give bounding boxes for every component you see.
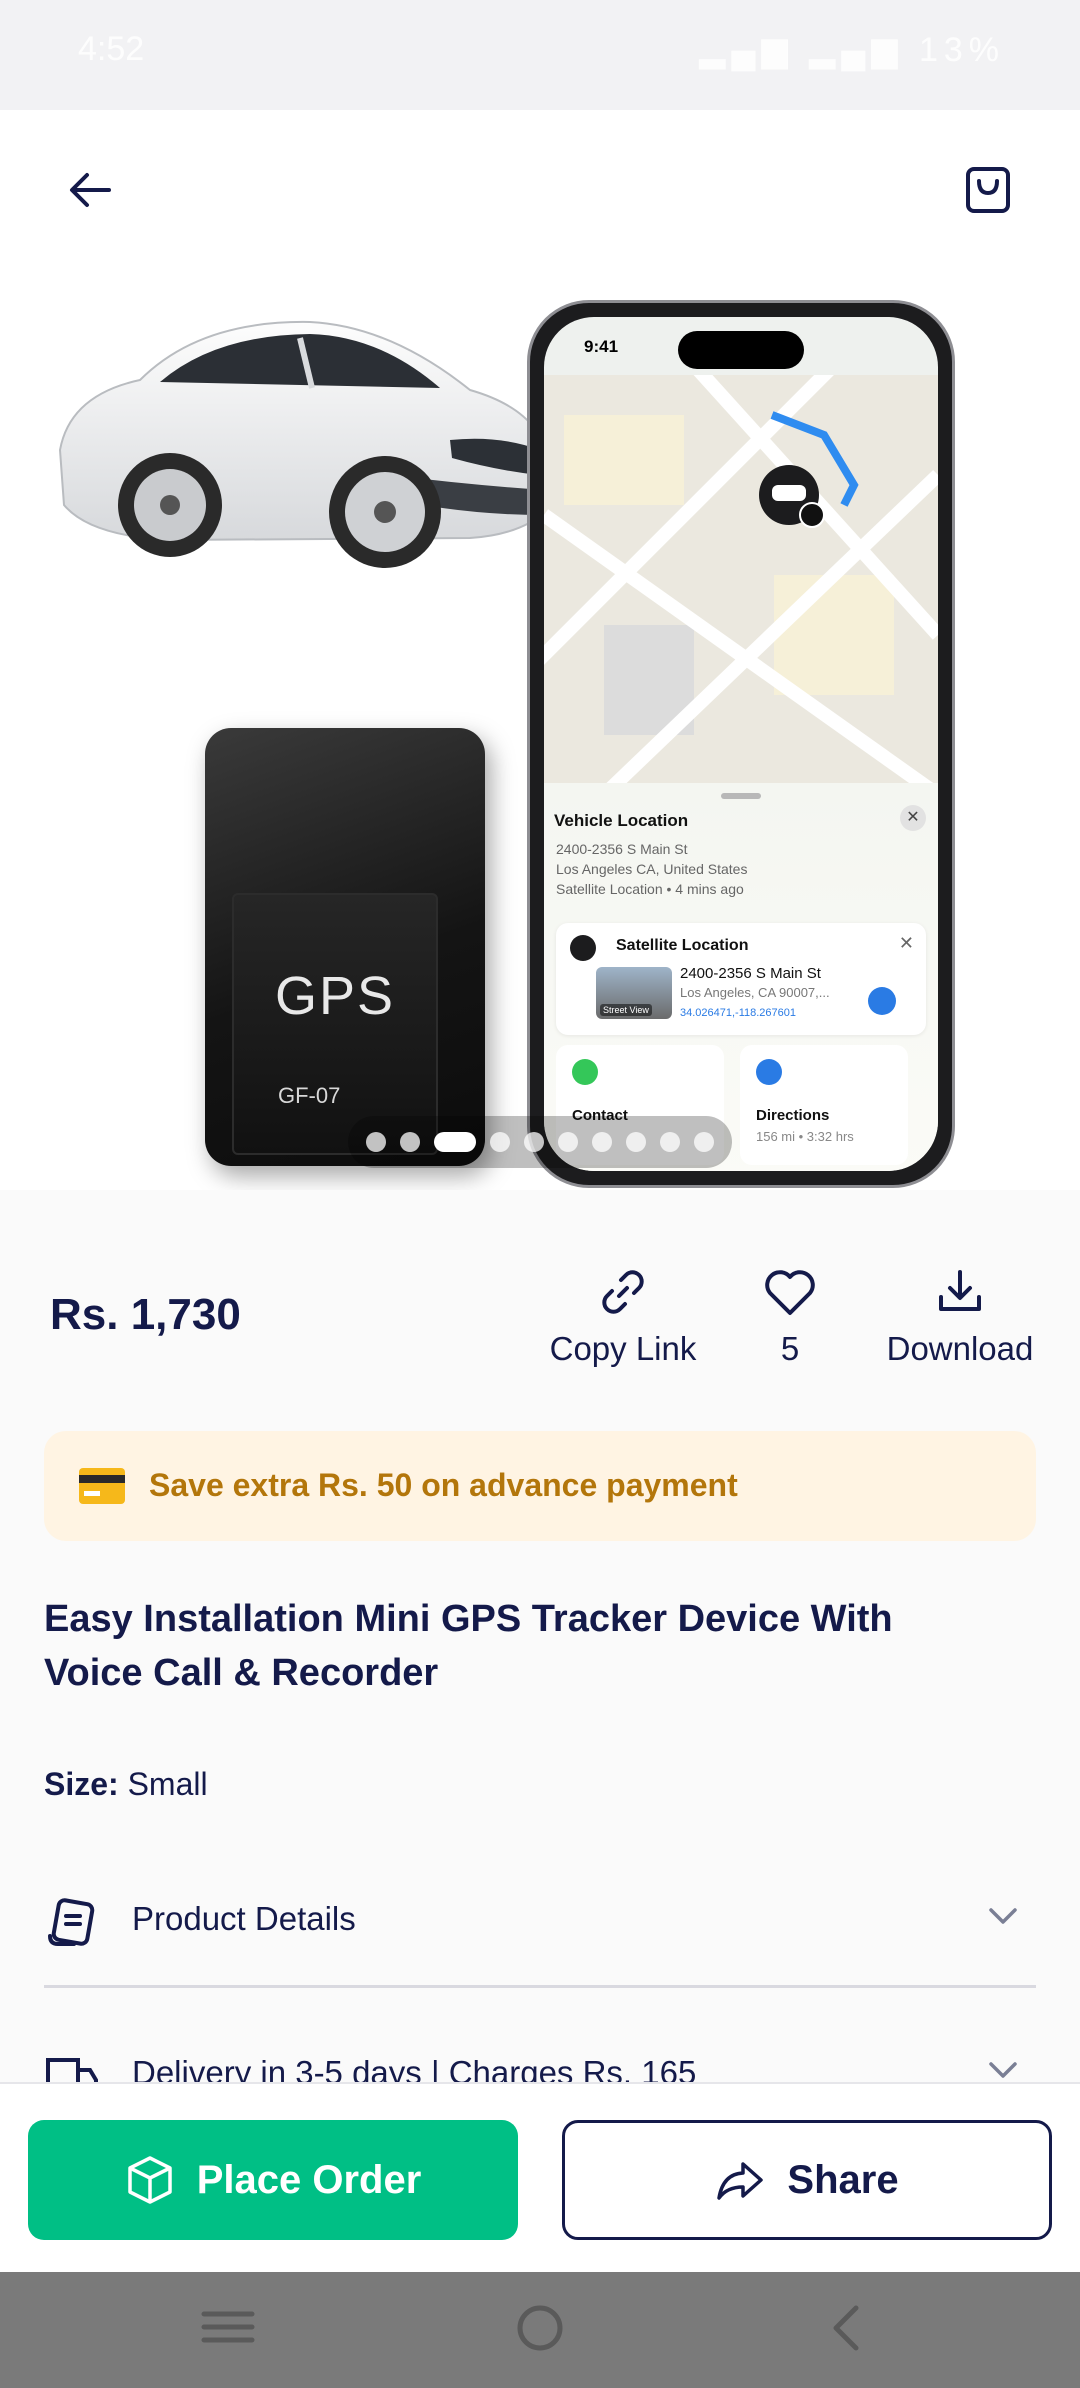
directions-sub: 156 mi • 3:32 hrs bbox=[756, 1129, 854, 1144]
directions-card: Directions 156 mi • 3:32 hrs bbox=[740, 1045, 908, 1165]
tracker-gps-label: GPS bbox=[274, 966, 396, 1026]
phone-time: 9:41 bbox=[584, 337, 619, 356]
like-button[interactable]: 5 bbox=[750, 1262, 830, 1368]
delivery-row[interactable]: Delivery in 3-5 days | Charges Rs. 165 bbox=[44, 2024, 1036, 2082]
phone-dynamic-island bbox=[678, 331, 804, 369]
bottom-action-bar: Place Order Share bbox=[0, 2082, 1080, 2272]
product-title: Easy Installation Mini GPS Tracker Devic… bbox=[44, 1598, 893, 1694]
share-label: Share bbox=[787, 2157, 899, 2202]
phone-screen: 9:41 Vehicle Location ✕ 2400-2356 S Main… bbox=[544, 317, 938, 1171]
satellite-location-card: Satellite Location ✕ Street View 2400-23… bbox=[556, 923, 926, 1035]
section-divider bbox=[44, 1985, 1036, 1988]
close-icon: ✕ bbox=[900, 805, 926, 831]
size-label: Size: bbox=[44, 1766, 119, 1802]
coordinates: 34.026471,-118.267601 bbox=[680, 1007, 797, 1019]
document-icon bbox=[48, 1898, 95, 1946]
gps-tracker-device-image: GPS GF-07 bbox=[205, 728, 485, 1166]
box-icon bbox=[127, 2156, 172, 2204]
home-icon[interactable] bbox=[514, 2302, 566, 2354]
like-count: 5 bbox=[780, 1330, 800, 1367]
promo-text: Save extra Rs. 50 on advance payment bbox=[149, 1467, 738, 1503]
satellite-card-title: Satellite Location bbox=[616, 937, 749, 954]
map-view bbox=[544, 375, 938, 795]
street-view-label: Street View bbox=[600, 1004, 652, 1016]
download-label: Download bbox=[886, 1330, 1034, 1367]
product-size: Size: Small bbox=[44, 1766, 208, 1803]
cart-button[interactable] bbox=[948, 150, 1028, 230]
credit-card-icon bbox=[79, 1468, 125, 1504]
shopping-bag-icon bbox=[966, 167, 1010, 213]
carousel-dot[interactable] bbox=[694, 1132, 714, 1152]
directions-label: Directions bbox=[756, 1107, 830, 1124]
address-line-1: 2400-2356 S Main St bbox=[556, 841, 688, 857]
status-time: 4:52 bbox=[78, 30, 145, 68]
status-icons: ▂▄▆ ▂▄▆ 13% bbox=[699, 31, 1005, 69]
download-button[interactable]: Download bbox=[880, 1262, 1040, 1368]
battery-level: 13% bbox=[918, 31, 1005, 69]
share-button[interactable]: Share bbox=[562, 2120, 1052, 2240]
system-navigation-bar bbox=[0, 2272, 1080, 2388]
heart-icon bbox=[765, 1270, 815, 1315]
arrow-left-icon bbox=[70, 173, 111, 207]
status-bar: 4:52 ▂▄▆ ▂▄▆ 13% bbox=[0, 0, 1080, 110]
delivery-label: Delivery in 3-5 days | Charges Rs. 165 bbox=[132, 2054, 697, 2082]
chevron-down-icon bbox=[989, 2062, 1017, 2078]
carousel-dot[interactable] bbox=[366, 1132, 386, 1152]
chevron-down-icon bbox=[989, 1908, 1017, 1924]
share-arrow-icon bbox=[717, 2162, 764, 2200]
product-price: Rs. 1,730 bbox=[50, 1290, 241, 1339]
directions-icon bbox=[756, 1059, 782, 1085]
satellite-address: 2400-2356 S Main St bbox=[680, 965, 821, 982]
navigation-icon bbox=[868, 987, 896, 1015]
product-details-label: Product Details bbox=[132, 1900, 356, 1937]
carousel-dot[interactable] bbox=[626, 1132, 646, 1152]
phone-mockup-image: 9:41 Vehicle Location ✕ 2400-2356 S Main… bbox=[527, 300, 955, 1188]
back-button[interactable] bbox=[50, 150, 130, 230]
vehicle-location-sheet: Vehicle Location ✕ 2400-2356 S Main St L… bbox=[544, 783, 938, 1171]
product-image-carousel[interactable]: GPS GF-07 9:41 Vehicle Location ✕ 2400-2… bbox=[0, 110, 1080, 1190]
copy-link-label: Copy Link bbox=[549, 1330, 697, 1367]
delivery-truck-icon bbox=[46, 2058, 98, 2082]
sheet-handle bbox=[721, 793, 761, 799]
address-line-2: Los Angeles CA, United States bbox=[556, 861, 748, 877]
size-value: Small bbox=[127, 1766, 208, 1802]
close-icon: ✕ bbox=[898, 933, 914, 953]
satellite-icon bbox=[570, 935, 596, 961]
product-details-row[interactable]: Product Details bbox=[44, 1870, 1036, 1970]
copy-link-button[interactable]: Copy Link bbox=[548, 1262, 698, 1368]
carousel-dot[interactable] bbox=[592, 1132, 612, 1152]
carousel-dot[interactable] bbox=[400, 1132, 420, 1152]
satellite-city: Los Angeles, CA 90007,... bbox=[680, 985, 830, 1000]
car-image bbox=[58, 320, 549, 568]
carousel-dot[interactable] bbox=[660, 1132, 680, 1152]
carousel-indicator[interactable] bbox=[348, 1116, 732, 1168]
carousel-dot[interactable] bbox=[490, 1132, 510, 1152]
download-icon bbox=[939, 1270, 981, 1311]
tracker-model-label: GF-07 bbox=[278, 1083, 341, 1108]
back-nav-icon[interactable] bbox=[826, 2302, 866, 2354]
carousel-dot[interactable] bbox=[524, 1132, 544, 1152]
place-order-button[interactable]: Place Order bbox=[28, 2120, 518, 2240]
advance-payment-banner: Save extra Rs. 50 on advance payment bbox=[44, 1431, 1036, 1541]
link-icon bbox=[602, 1270, 644, 1314]
contact-icon bbox=[572, 1059, 598, 1085]
carousel-dot[interactable] bbox=[558, 1132, 578, 1152]
place-order-label: Place Order bbox=[196, 2157, 422, 2202]
street-view-thumbnail: Street View bbox=[596, 967, 672, 1019]
carousel-dot[interactable] bbox=[434, 1132, 476, 1152]
recent-apps-icon[interactable] bbox=[198, 2302, 258, 2352]
address-line-3: Satellite Location • 4 mins ago bbox=[556, 881, 744, 897]
vehicle-location-title: Vehicle Location bbox=[554, 811, 689, 830]
